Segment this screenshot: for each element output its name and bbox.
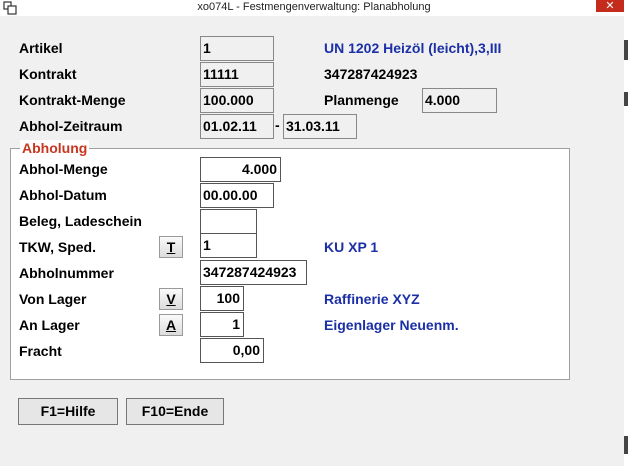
abholung-group-title: Abholung [20,140,90,156]
abholnummer-input[interactable]: 347287424923 [200,260,307,285]
edge-mark [624,92,628,106]
abhol-menge-label: Abhol-Menge [19,161,108,177]
window-edge [624,16,628,474]
von-lager-input[interactable]: 100 [200,286,244,311]
artikel-field: 1 [200,36,274,61]
close-button[interactable]: ✕ [596,0,624,12]
von-lager-description: Raffinerie XYZ [324,291,420,307]
edge-mark [624,40,628,60]
artikel-label: Artikel [19,40,63,56]
planmenge-label: Planmenge [324,92,399,108]
kontrakt-number: 347287424923 [324,66,418,82]
window-title: xo074L - Festmengenverwaltung: Planabhol… [197,1,431,13]
planmenge-field: 4.000 [422,88,497,113]
von-lager-label: Von Lager [19,291,87,307]
fracht-label: Fracht [19,343,62,359]
kontrakt-menge-label: Kontrakt-Menge [19,92,126,108]
abhol-zeitraum-label: Abhol-Zeitraum [19,118,123,134]
fracht-input[interactable]: 0,00 [200,338,264,363]
beleg-label: Beleg, Ladeschein [19,213,142,229]
abholnummer-label: Abholnummer [19,265,114,281]
abhol-datum-label: Abhol-Datum [19,187,107,203]
an-lager-description: Eigenlager Neuenm. [324,317,459,333]
kontrakt-field: 11111 [200,62,274,87]
edge-mark [624,436,628,454]
tkw-input[interactable]: 1 [200,233,257,258]
artikel-description: UN 1202 Heizöl (leicht),3,III [324,40,502,56]
an-lager-lookup-button[interactable]: A [159,314,183,336]
tkw-description: KU XP 1 [324,239,379,255]
tkw-label: TKW, Sped. [19,239,96,255]
window-bottom [0,466,628,474]
beleg-input[interactable] [200,209,257,234]
von-lager-lookup-button[interactable]: V [159,288,183,310]
kontrakt-menge-field: 100.000 [200,88,274,113]
an-lager-label: An Lager [19,317,80,333]
tkw-lookup-button[interactable]: T [159,236,183,258]
abhol-datum-input[interactable]: 00.00.00 [200,183,274,208]
end-button[interactable]: F10=Ende [126,398,224,425]
an-lager-input[interactable]: 1 [200,312,244,337]
help-button[interactable]: F1=Hilfe [18,398,118,425]
kontrakt-label: Kontrakt [19,66,77,82]
zeitraum-separator: - [275,117,280,133]
zeitraum-to-field: 31.03.11 [283,114,357,139]
zeitraum-from-field: 01.02.11 [200,114,274,139]
abhol-menge-input[interactable]: 4.000 [200,157,281,182]
